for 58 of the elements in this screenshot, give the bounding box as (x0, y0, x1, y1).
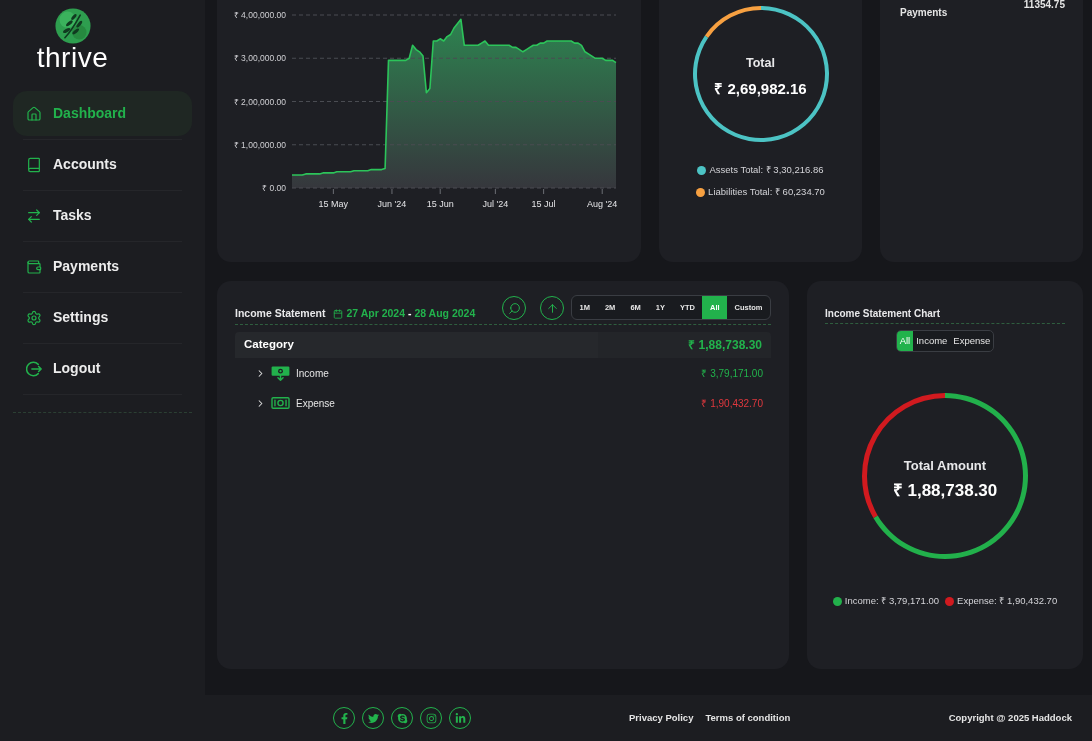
search-icon (507, 301, 521, 315)
payments-label: Payments (900, 7, 948, 19)
legend-label: Assets Total: ₹ 3,30,216.86 (709, 162, 824, 177)
column-header: Category (235, 332, 598, 358)
legend-label: Expense: ₹ 1,90,432.70 (957, 593, 1058, 608)
banknote-arrow-icon (271, 365, 290, 381)
donut-title: Total Amount (903, 457, 987, 473)
skype-icon (396, 712, 408, 724)
category-label: Income (296, 366, 329, 381)
exit-arrow-icon (26, 360, 42, 377)
footer-link[interactable]: Terms of condition (705, 710, 791, 726)
category-label: Expense (296, 396, 335, 411)
x-axis-label: 15 Jul (531, 199, 556, 209)
x-axis-label: Aug '24 (587, 199, 618, 209)
x-axis-label: Jul '24 (482, 199, 509, 209)
donut-title: Total (746, 56, 775, 70)
filter-tab[interactable]: Income (913, 331, 951, 351)
donut-amount: ₹ 1,88,738.30 (892, 480, 998, 501)
donut-amount: ₹ 2,69,982.16 (714, 80, 807, 98)
linkedin-icon (454, 712, 466, 724)
y-axis-label: ₹ 3,00,000.00 (233, 53, 286, 64)
copyright-text: Copyright @ 2025 Haddock (948, 710, 1072, 725)
filter-tab[interactable]: Expense (950, 331, 994, 351)
payments-amount: 11354.75 (1023, 0, 1065, 10)
logo-text: thrive (36, 44, 109, 72)
category-amount: ₹ 3,79,171.00 (701, 366, 763, 381)
home-icon (26, 105, 42, 122)
footer-link[interactable]: Privacy Policy (629, 710, 694, 726)
leaf-logo-icon (54, 8, 91, 44)
y-axis-label: ₹ 1,00,000.00 (233, 139, 286, 150)
legend-label: Income: ₹ 3,79,171.00 (844, 593, 940, 608)
instagram-icon (425, 712, 437, 724)
x-axis-label: 15 Jun (426, 199, 454, 209)
y-axis-label: ₹ 0.00 (262, 183, 286, 193)
legend-label: Liabilities Total: ₹ 60,234.70 (708, 184, 825, 199)
nav-item[interactable]: Logout (13, 346, 192, 391)
arrow-up-icon (545, 301, 559, 315)
settings-icon (26, 309, 42, 326)
nav-item[interactable]: Settings (13, 295, 192, 340)
nav-item[interactable]: Tasks (13, 193, 192, 238)
wallet-icon (26, 258, 42, 275)
x-axis-label: Jun '24 (377, 199, 407, 209)
nav-item[interactable]: Accounts (13, 142, 192, 187)
nav-item[interactable]: Dashboard (13, 91, 192, 136)
total-header: ₹ 1,88,738.30 (598, 332, 771, 358)
category-amount: ₹ 1,90,432.70 (701, 396, 763, 411)
y-axis-label: ₹ 2,00,000.00 (233, 96, 286, 107)
calendar-icon (333, 308, 344, 319)
date-range: 27 Apr 2024 - 28 Aug 2024 (346, 307, 476, 320)
y-axis-label: ₹ 4,00,000.00 (233, 10, 286, 20)
card-title: Income Statement Chart (825, 308, 942, 320)
twitter-icon (367, 712, 379, 724)
swap-arrows-icon (26, 207, 42, 224)
nav-item[interactable]: Payments (13, 244, 192, 289)
card-title: Income Statement (235, 307, 326, 320)
x-axis-label: 15 May (318, 199, 349, 209)
book-icon (26, 156, 42, 173)
banknote-icon (271, 397, 290, 409)
